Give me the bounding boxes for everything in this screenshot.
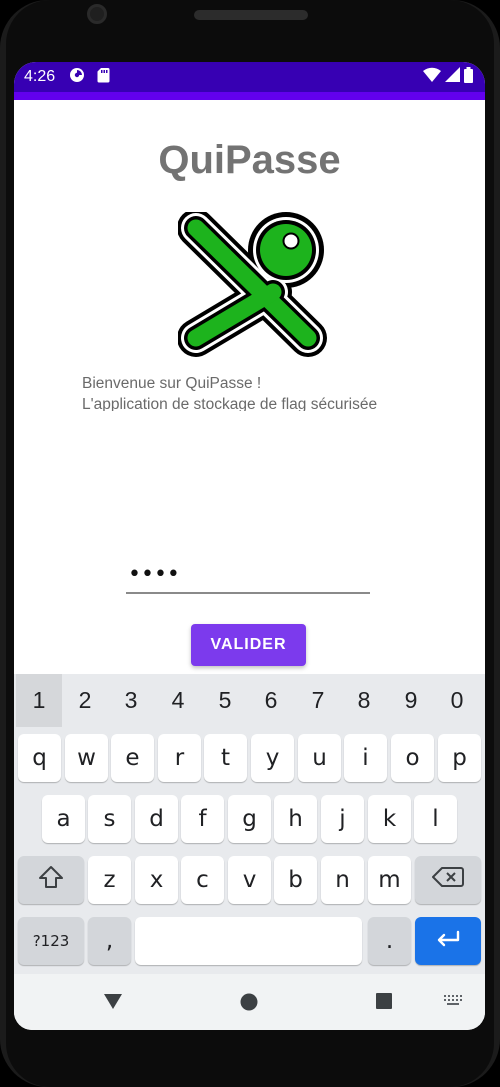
space-bar[interactable] — [135, 917, 362, 965]
home-icon[interactable] — [239, 992, 259, 1012]
front-camera — [87, 4, 107, 24]
signal-icon — [445, 67, 460, 87]
key-e[interactable]: e — [111, 734, 154, 782]
recents-icon[interactable] — [375, 992, 393, 1010]
key-m[interactable]: m — [368, 856, 411, 904]
key-j[interactable]: j — [321, 795, 364, 843]
welcome-line-1: Bienvenue sur QuiPasse ! — [82, 375, 262, 392]
status-time: 4:26 — [24, 68, 56, 85]
green-x-key-icon — [177, 209, 328, 367]
navigation-bar — [14, 974, 485, 1030]
comma-key[interactable]: , — [88, 917, 131, 965]
phone-screen: 4:26 QuiPasse Bienvenue sur QuiPasse ! L… — [14, 62, 485, 1030]
key-g[interactable]: g — [228, 795, 271, 843]
shift-key[interactable] — [18, 856, 84, 904]
backspace-icon — [432, 866, 464, 894]
status-bar: 4:26 — [14, 62, 485, 100]
key-1[interactable]: 1 — [16, 674, 62, 727]
key-5[interactable]: 5 — [202, 674, 248, 727]
validate-button[interactable]: VALIDER — [191, 624, 306, 666]
key-2[interactable]: 2 — [62, 674, 108, 727]
key-n[interactable]: n — [321, 856, 364, 904]
battery-icon — [464, 66, 473, 88]
key-u[interactable]: u — [298, 734, 341, 782]
key-z[interactable]: z — [88, 856, 131, 904]
enter-icon — [435, 928, 461, 954]
app-bar-strip — [14, 92, 485, 100]
key-8[interactable]: 8 — [341, 674, 387, 727]
letter-row-3: z x c v b n m — [14, 856, 485, 906]
earpiece-speaker — [194, 10, 308, 20]
status-right-icons — [423, 66, 473, 88]
key-t[interactable]: t — [204, 734, 247, 782]
letter-row-2: a s d f g h j k l — [14, 795, 485, 845]
wifi-icon — [423, 67, 441, 87]
letter-row-1: q w e r t y u i o p — [14, 734, 485, 784]
key-k[interactable]: k — [368, 795, 411, 843]
key-a[interactable]: a — [42, 795, 85, 843]
key-i[interactable]: i — [344, 734, 387, 782]
welcome-text: Bienvenue sur QuiPasse ! L'application d… — [82, 373, 422, 411]
key-x[interactable]: x — [135, 856, 178, 904]
key-o[interactable]: o — [391, 734, 434, 782]
key-3[interactable]: 3 — [108, 674, 154, 727]
key-v[interactable]: v — [228, 856, 271, 904]
key-d[interactable]: d — [135, 795, 178, 843]
key-b[interactable]: b — [274, 856, 317, 904]
key-s[interactable]: s — [88, 795, 131, 843]
key-f[interactable]: f — [181, 795, 224, 843]
key-6[interactable]: 6 — [248, 674, 294, 727]
key-h[interactable]: h — [274, 795, 317, 843]
app-title: QuiPasse — [158, 138, 341, 182]
on-screen-keyboard: 1 2 3 4 5 6 7 8 9 0 q w e r t y u i o p … — [14, 674, 485, 974]
key-c[interactable]: c — [181, 856, 224, 904]
keyboard-switch-icon[interactable] — [443, 994, 463, 1008]
password-input[interactable] — [126, 556, 370, 594]
key-4[interactable]: 4 — [155, 674, 201, 727]
key-9[interactable]: 9 — [388, 674, 434, 727]
key-0[interactable]: 0 — [434, 674, 480, 727]
key-w[interactable]: w — [65, 734, 108, 782]
back-icon[interactable] — [102, 992, 124, 1010]
key-r[interactable]: r — [158, 734, 201, 782]
shift-icon — [38, 865, 64, 895]
symbols-key[interactable]: ?123 — [18, 917, 84, 965]
key-7[interactable]: 7 — [295, 674, 341, 727]
number-row: 1 2 3 4 5 6 7 8 9 0 — [14, 674, 485, 727]
key-l[interactable]: l — [414, 795, 457, 843]
data-usage-icon — [69, 67, 85, 88]
key-q[interactable]: q — [18, 734, 61, 782]
sd-card-icon — [97, 67, 110, 88]
welcome-line-2: L'application de stockage de flag sécuri… — [82, 396, 378, 411]
enter-key[interactable] — [415, 917, 481, 965]
key-y[interactable]: y — [251, 734, 294, 782]
backspace-key[interactable] — [415, 856, 481, 904]
key-p[interactable]: p — [438, 734, 481, 782]
period-key[interactable]: . — [368, 917, 411, 965]
bottom-row: ?123 , . — [14, 917, 485, 967]
